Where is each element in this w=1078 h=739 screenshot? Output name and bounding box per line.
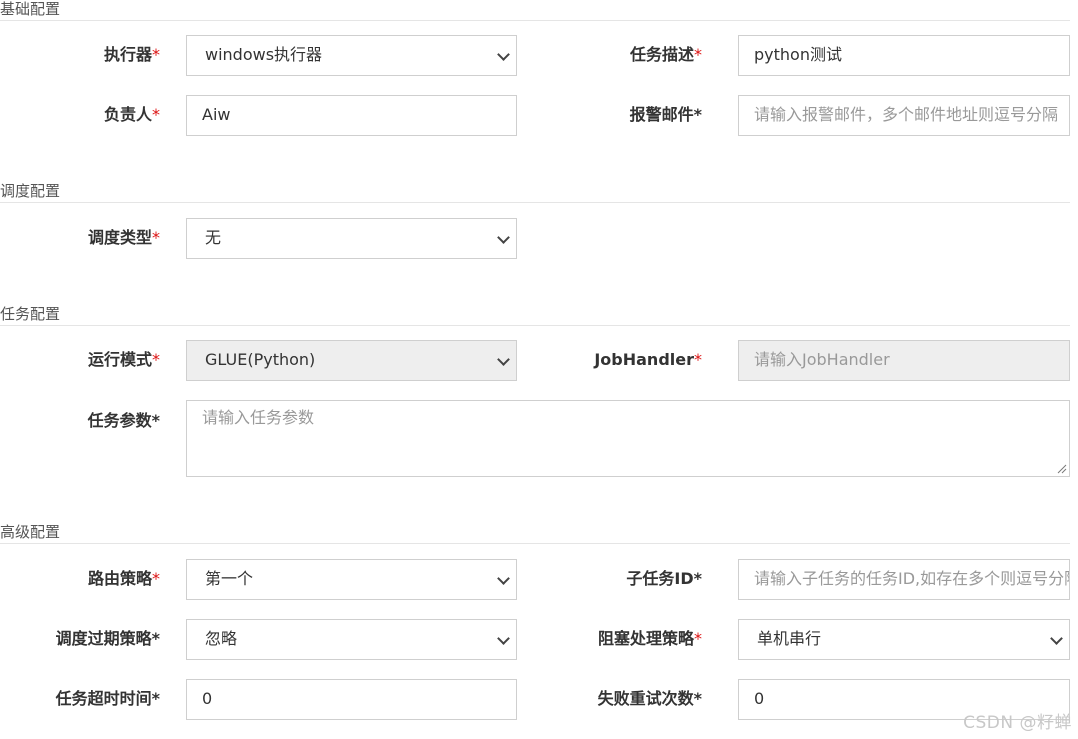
required-mark: * [152,350,160,369]
timeout-input[interactable]: 0 [186,679,517,720]
route-label: 路由策略* [87,569,160,588]
chevron-down-icon [497,352,510,366]
required-mark: * [152,569,160,588]
section-advanced-title: 高级配置 [0,523,1070,544]
job-handler-input[interactable]: 请输入JobHandler [738,340,1070,381]
chevron-down-icon [497,47,510,61]
chevron-down-icon [497,571,510,585]
owner-label: 负责人* [103,105,160,124]
watermark: CSDN @籽蝉 [963,713,1072,733]
required-mark: * [694,629,702,648]
task-param-label: 任务参数* [87,411,160,430]
child-id-label: 子任务ID* [626,569,702,588]
schedule-type-label: 调度类型* [87,228,160,247]
required-mark: * [152,228,160,247]
block-select[interactable]: 单机串行 [738,619,1070,660]
desc-label: 任务描述* [629,45,702,64]
required-mark: * [152,45,160,64]
desc-input[interactable]: python测试 [738,35,1070,76]
run-mode-select[interactable]: GLUE(Python) [186,340,517,381]
section-task-title: 任务配置 [0,305,1070,326]
executor-select[interactable]: windows执行器 [186,35,517,76]
executor-label: 执行器* [103,45,160,64]
route-select[interactable]: 第一个 [186,559,517,600]
misfire-select[interactable]: 忽略 [186,619,517,660]
job-handler-label: JobHandler* [594,350,702,369]
email-input[interactable]: 请输入报警邮件，多个邮件地址则逗号分隔 [738,95,1070,136]
chevron-down-icon [1050,631,1063,645]
required-mark: * [694,350,702,369]
misfire-label: 调度过期策略* [55,629,160,648]
section-schedule-title: 调度配置 [0,182,1070,203]
email-label: 报警邮件* [629,105,702,124]
chevron-down-icon [497,230,510,244]
child-id-input[interactable]: 请输入子任务的任务ID,如存在多个则逗号分隔 [738,559,1070,600]
owner-input[interactable]: Aiw [186,95,517,136]
run-mode-label: 运行模式* [87,350,160,369]
chevron-down-icon [497,631,510,645]
task-param-textarea[interactable]: 请输入任务参数 [186,400,1070,477]
resize-handle-icon[interactable] [1057,464,1067,474]
block-label: 阻塞处理策略* [597,629,702,648]
required-mark: * [694,45,702,64]
schedule-type-select[interactable]: 无 [186,218,517,259]
section-basic-title: 基础配置 [0,0,1070,21]
timeout-label: 任务超时时间* [55,689,160,708]
required-mark: * [152,105,160,124]
retry-label: 失败重试次数* [597,689,702,708]
